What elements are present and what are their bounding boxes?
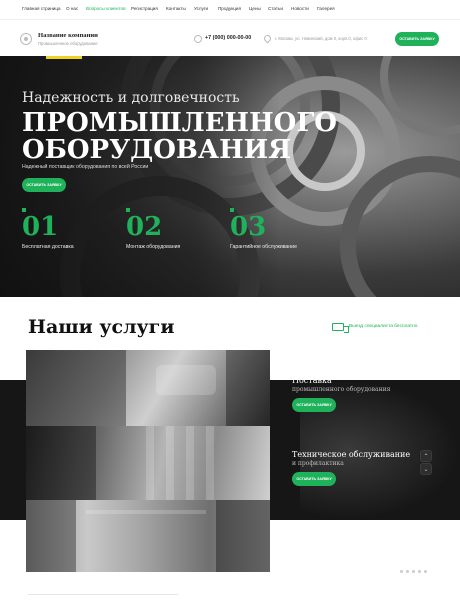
- service-supply-title: Поставка: [292, 376, 332, 385]
- hero-title-line1: ПРОМЫШЛЕННОГО: [22, 108, 337, 138]
- pagination-dot[interactable]: [412, 570, 415, 573]
- pagination-dot[interactable]: [424, 570, 427, 573]
- feature-label: Монтаж оборудования: [126, 244, 181, 250]
- chevron-up-icon[interactable]: ⌃: [420, 450, 432, 462]
- site-header: Название компании Промышленное оборудова…: [0, 20, 460, 56]
- chevron-down-icon[interactable]: ⌄: [420, 463, 432, 475]
- feature-number: 03: [230, 212, 267, 242]
- nav-item-gallery[interactable]: Галерея: [317, 6, 335, 11]
- service-maintenance-title: Техническое обслуживание: [292, 450, 411, 459]
- hero-subtitle: Надежность и долговечность: [22, 90, 240, 106]
- accent-bar: [46, 56, 82, 59]
- address-text: г. Москва, ул. Новинский, дом 0, корп.0,…: [275, 36, 367, 41]
- logo-mark-icon[interactable]: [20, 33, 32, 45]
- service-photo-factory: [26, 500, 270, 572]
- service-supply-request-button[interactable]: Оставить заявку: [292, 398, 336, 412]
- feature-number: 01: [22, 212, 59, 242]
- nav-item-news[interactable]: Новости: [291, 6, 309, 11]
- nav-item-about[interactable]: О нас: [66, 6, 78, 11]
- service-photo-gears: [26, 426, 270, 500]
- hero-banner: Надежность и долговечность ПРОМЫШЛЕННОГО…: [0, 56, 460, 297]
- truck-icon: [332, 323, 349, 333]
- service-maintenance-request-button[interactable]: Оставить заявку: [292, 472, 336, 486]
- company-subtitle: Промышленное оборудование: [38, 41, 98, 46]
- nav-item-products[interactable]: Продукция: [218, 6, 241, 11]
- feature-warranty: 03 Гарантийное обслуживание: [230, 208, 330, 258]
- divider: [28, 594, 178, 595]
- top-navigation: Главная страница О нас Вопросы клиентов …: [0, 0, 460, 20]
- pagination-dot[interactable]: [418, 570, 421, 573]
- nav-item-services[interactable]: Услуги: [194, 6, 208, 11]
- services-title: Наши услуги: [28, 316, 175, 338]
- feature-delivery: 01 Бесплатная доставка: [22, 208, 122, 258]
- nav-item-faq[interactable]: Вопросы клиентов: [86, 6, 126, 11]
- map-pin-icon: [262, 33, 273, 44]
- hero-tagline: Надежный поставщик оборудования по всей …: [22, 164, 149, 170]
- hero-title-line2: ОБОРУДОВАНИЯ: [22, 135, 292, 165]
- feature-installation: 02 Монтаж оборудования: [126, 208, 226, 258]
- service-supply-subtitle: промышленного оборудования: [292, 386, 391, 393]
- pagination-dots: [400, 570, 427, 573]
- feature-number: 02: [126, 212, 163, 242]
- specialist-visit-link[interactable]: Выезд специалиста бесплатно: [349, 324, 417, 329]
- hero-title: ПРОМЫШЛЕННОГО ОБОРУДОВАНИЯ: [22, 110, 337, 164]
- nav-item-contacts[interactable]: Контакты: [166, 6, 186, 11]
- nav-item-registration[interactable]: Регистрация: [131, 6, 158, 11]
- header-request-button[interactable]: Оставить заявку: [395, 32, 439, 46]
- feature-label: Гарантийное обслуживание: [230, 244, 297, 250]
- pagination-dot[interactable]: [400, 570, 403, 573]
- feature-label: Бесплатная доставка: [22, 244, 74, 250]
- nav-item-prices[interactable]: Цены: [249, 6, 261, 11]
- pagination-dot[interactable]: [406, 570, 409, 573]
- phone-number[interactable]: +7 (000) 000-00-00: [205, 35, 251, 41]
- nav-item-articles[interactable]: Статьи: [268, 6, 283, 11]
- phone-icon: [194, 35, 202, 43]
- service-photo-truck: [26, 350, 270, 426]
- company-name[interactable]: Название компании: [38, 32, 98, 39]
- service-maintenance-subtitle: и профилактика: [292, 460, 344, 467]
- hero-request-button[interactable]: Оставить заявку: [22, 178, 66, 192]
- nav-item-home[interactable]: Главная страница: [22, 6, 61, 11]
